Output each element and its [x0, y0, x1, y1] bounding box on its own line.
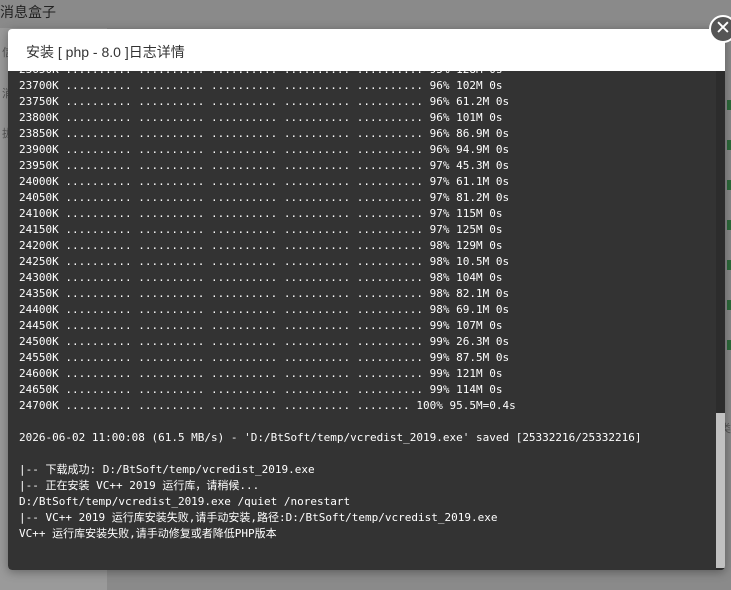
log-line: 23900K .......... .......... .......... … [19, 143, 510, 156]
log-line: D:/BtSoft/temp/vcredist_2019.exe /quiet … [19, 495, 351, 508]
log-line: 24200K .......... .......... .......... … [19, 239, 503, 252]
log-line: 24500K .......... .......... .......... … [19, 335, 510, 348]
status-marker [727, 260, 731, 270]
log-line: 24600K .......... .......... .......... … [19, 367, 503, 380]
status-marker [727, 340, 731, 350]
log-panel[interactable]: 23650K .......... .......... .......... … [8, 71, 725, 570]
log-scrollbar[interactable] [716, 71, 725, 570]
log-line: 24150K .......... .......... .......... … [19, 223, 503, 236]
close-button[interactable]: ✕ [709, 15, 731, 43]
status-marker [727, 220, 731, 230]
log-line: 24250K .......... .......... .......... … [19, 255, 510, 268]
status-marker [727, 100, 731, 110]
log-line: 23750K .......... .......... .......... … [19, 95, 510, 108]
log-line: 2026-06-02 11:00:08 (61.5 MB/s) - 'D:/Bt… [19, 431, 642, 444]
dialog-header: 安装 [ php - 8.0 ]日志详情 [8, 29, 725, 72]
log-line: 24400K .......... .......... .......... … [19, 303, 510, 316]
status-marker [727, 180, 731, 190]
log-line: |-- VC++ 2019 运行库安装失败,请手动安装,路径:D:/BtSoft… [19, 511, 498, 524]
log-line: 24100K .......... .......... .......... … [19, 207, 503, 220]
log-line: |-- 下载成功: D:/BtSoft/temp/vcredist_2019.e… [19, 463, 315, 476]
dialog-title: 安装 [ php - 8.0 ]日志详情 [26, 44, 185, 60]
scrollbar-thumb[interactable] [716, 413, 725, 568]
log-line: 24000K .......... .......... .......... … [19, 175, 510, 188]
log-line: 24350K .......... .......... .......... … [19, 287, 510, 300]
log-line: VC++ 运行库安装失败,请手动修复或者降低PHP版本 [19, 527, 277, 540]
log-line: 24700K .......... .......... .......... … [19, 399, 516, 412]
log-line: 23800K .......... .......... .......... … [19, 111, 503, 124]
log-text: 23650K .......... .......... .......... … [19, 71, 711, 542]
page-title: 消息盒子 [0, 5, 56, 21]
log-line: 23650K .......... .......... .......... … [19, 71, 711, 78]
log-line: 24300K .......... .......... .......... … [19, 271, 503, 284]
log-line: 23950K .......... .......... .......... … [19, 159, 510, 172]
background-right-markers [725, 100, 731, 380]
close-icon[interactable]: ✕ [711, 17, 731, 40]
log-dialog: 安装 [ php - 8.0 ]日志详情 23650K .......... .… [8, 29, 725, 570]
log-line: 24650K .......... .......... .......... … [19, 383, 503, 396]
log-line: |-- 正在安装 VC++ 2019 运行库，请稍候... [19, 479, 260, 492]
log-line: 24550K .......... .......... .......... … [19, 351, 510, 364]
log-line: 23700K .......... .......... .......... … [19, 79, 503, 92]
status-marker [727, 300, 731, 310]
status-marker [727, 140, 731, 150]
log-line: 24050K .......... .......... .......... … [19, 191, 510, 204]
log-line: 23850K .......... .......... .......... … [19, 127, 510, 140]
log-line: 24450K .......... .......... .......... … [19, 319, 503, 332]
